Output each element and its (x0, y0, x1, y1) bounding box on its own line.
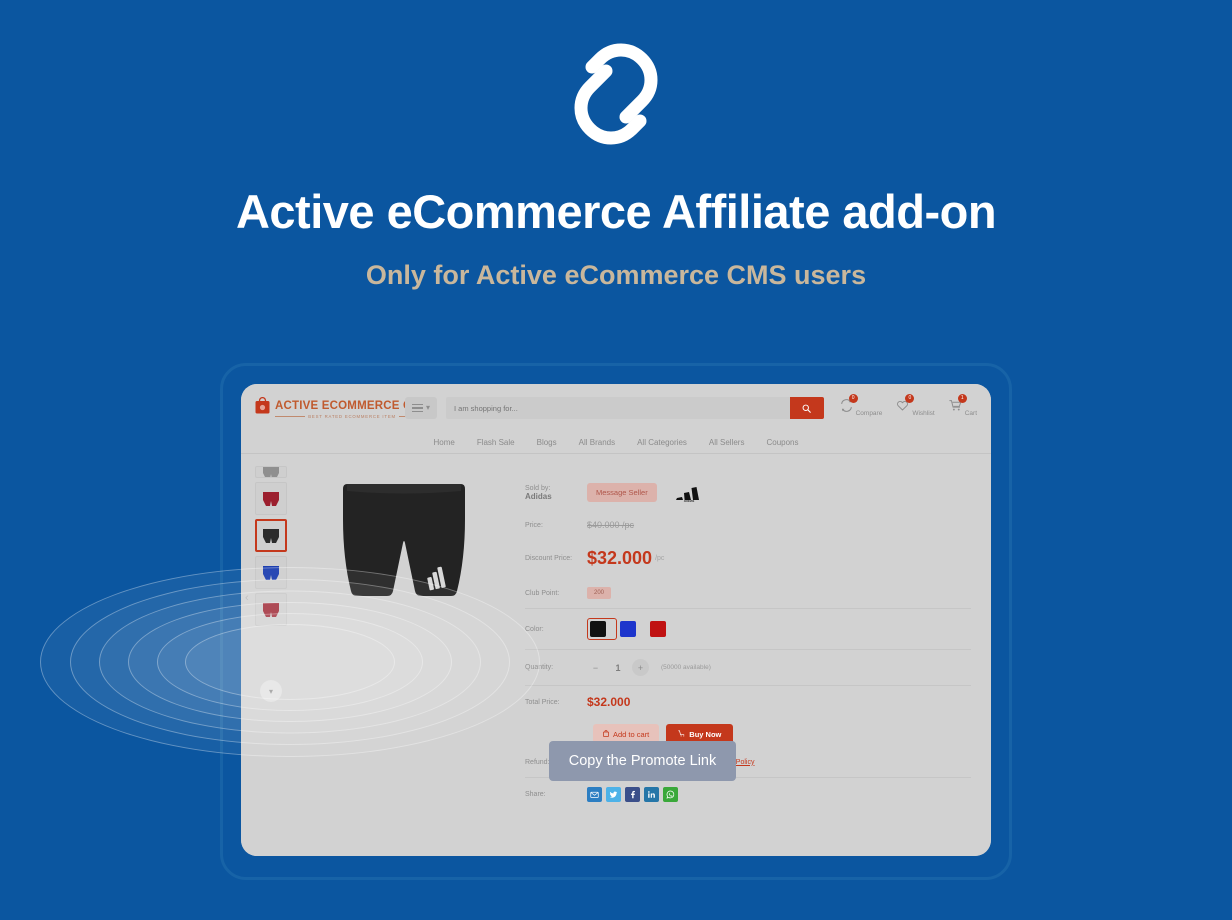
sold-by-label: Sold by: Adidas (525, 485, 587, 501)
wishlist-action[interactable]: Wishlist 0 (896, 394, 935, 417)
search-button[interactable] (789, 397, 824, 419)
quantity-value: 1 (615, 662, 621, 673)
color-swatch-blue[interactable] (617, 618, 647, 640)
link-chain-icon (0, 38, 1232, 150)
chevron-left-icon[interactable]: ‹ (245, 592, 249, 604)
quantity-decrease-button[interactable]: − (587, 659, 604, 676)
category-menu-button[interactable]: ▾ (405, 397, 437, 419)
nav-item-coupons[interactable]: Coupons (766, 438, 798, 447)
color-swatch-black[interactable] (587, 618, 617, 640)
hero-section: Active eCommerce Affiliate add-on Only f… (0, 0, 1232, 291)
share-row: Share: (525, 778, 971, 811)
buy-now-label: Buy Now (689, 730, 722, 739)
discount-price-label: Discount Price: (525, 555, 573, 562)
wishlist-label: Wishlist (912, 410, 935, 417)
nav-item-all-brands[interactable]: All Brands (579, 438, 615, 447)
quantity-increase-button[interactable]: + (632, 659, 649, 676)
hamburger-icon (411, 403, 423, 413)
availability-text: (50000 available) (661, 664, 711, 671)
linkedin-icon[interactable] (644, 787, 659, 802)
logo-tagline-text: BEST RATED ECOMMERCE ITEM (308, 413, 396, 419)
header-actions: Compare 0 Wishlist 0 Cart 1 (840, 394, 977, 417)
message-seller-button[interactable]: Message Seller (587, 483, 657, 502)
price-unit: /pc (655, 555, 665, 562)
thumbnail-0[interactable] (255, 466, 287, 478)
adidas-logo: adidas (675, 484, 703, 503)
nav-item-home[interactable]: Home (433, 438, 454, 447)
product-detail: ‹ ▾ Sold by: Adidas Message Seller adida… (241, 454, 991, 856)
search-icon (802, 401, 811, 416)
discount-price-row: Discount Price: $32.000 /pc (525, 539, 971, 578)
compare-action[interactable]: Compare 0 (840, 394, 883, 417)
chevron-down-icon[interactable]: ▾ (260, 680, 282, 702)
nav-item-all-sellers[interactable]: All Sellers (709, 438, 745, 447)
svg-text:adidas: adidas (683, 499, 694, 502)
page-title: Active eCommerce Affiliate add-on (235, 185, 997, 238)
price-old: $40.000 /pc (587, 520, 635, 530)
cart-badge: 1 (957, 394, 967, 403)
total-price-value: $32.000 (587, 695, 631, 709)
price-row: Price: $40.000 /pc (525, 511, 971, 539)
page-root: Active eCommerce Affiliate add-on Only f… (0, 0, 1232, 920)
wishlist-badge: 0 (905, 394, 915, 403)
club-point-row: Club Point: 200 (525, 578, 971, 609)
bag-icon (603, 730, 609, 739)
site-logo[interactable]: ACTIVE ECOMMERCE CMS BEST RATED ECOMMERC… (255, 397, 430, 419)
cart-icon (678, 730, 685, 739)
seller-row: Sold by: Adidas Message Seller adidas (525, 474, 971, 511)
thumbnail-2-selected[interactable] (255, 519, 287, 552)
price-new: $32.000 (587, 548, 653, 568)
quantity-row: Quantity: − 1 + (50000 available) (525, 650, 971, 686)
twitter-icon[interactable] (606, 787, 621, 802)
search-box (446, 397, 824, 419)
chevron-down-icon: ▾ (425, 403, 430, 412)
share-label: Share: (525, 791, 546, 798)
facebook-icon[interactable] (625, 787, 640, 802)
search-input[interactable] (446, 403, 790, 413)
compare-badge: 0 (848, 394, 858, 403)
site-header: ACTIVE ECOMMERCE CMS BEST RATED ECOMMERC… (241, 384, 991, 432)
site-nav: Home Flash Sale Blogs All Brands All Cat… (241, 432, 991, 454)
product-info: Sold by: Adidas Message Seller adidas Pr… (519, 462, 977, 856)
thumbnail-3[interactable] (255, 556, 287, 589)
club-point-badge: 200 (587, 587, 612, 599)
add-to-cart-label: Add to cart (613, 730, 650, 739)
price-label: Price: (525, 521, 543, 529)
compare-label: Compare (855, 410, 883, 417)
cart-label: Cart (964, 410, 977, 417)
cart-action[interactable]: Cart 1 (949, 394, 977, 417)
shopping-bag-icon (255, 397, 270, 419)
color-swatch-red[interactable] (647, 618, 677, 640)
browser-mockup: ACTIVE ECOMMERCE CMS BEST RATED ECOMMERC… (241, 384, 991, 856)
color-row: Color: (525, 609, 971, 650)
nav-item-flash-sale[interactable]: Flash Sale (477, 438, 515, 447)
thumbnail-4[interactable] (255, 593, 287, 626)
club-point-label: Club Point: (525, 589, 560, 597)
whatsapp-icon[interactable] (663, 787, 678, 802)
nav-item-blogs[interactable]: Blogs (537, 438, 557, 447)
color-label: Color: (525, 625, 544, 633)
nav-item-all-categories[interactable]: All Categories (637, 438, 687, 447)
total-price-row: Total Price: $32.000 (525, 686, 971, 718)
quantity-label: Quantity: (525, 664, 554, 671)
email-icon[interactable] (587, 787, 602, 802)
total-price-label: Total Price: (525, 698, 560, 706)
product-main-image[interactable] (289, 462, 519, 856)
copy-promote-link-button[interactable]: Copy the Promote Link (549, 741, 736, 781)
thumbnail-1[interactable] (255, 482, 287, 515)
seller-name: Adidas (525, 491, 552, 501)
page-subtitle: Only for Active eCommerce CMS users (365, 259, 867, 290)
thumbnail-gallery: ‹ ▾ (245, 462, 289, 856)
